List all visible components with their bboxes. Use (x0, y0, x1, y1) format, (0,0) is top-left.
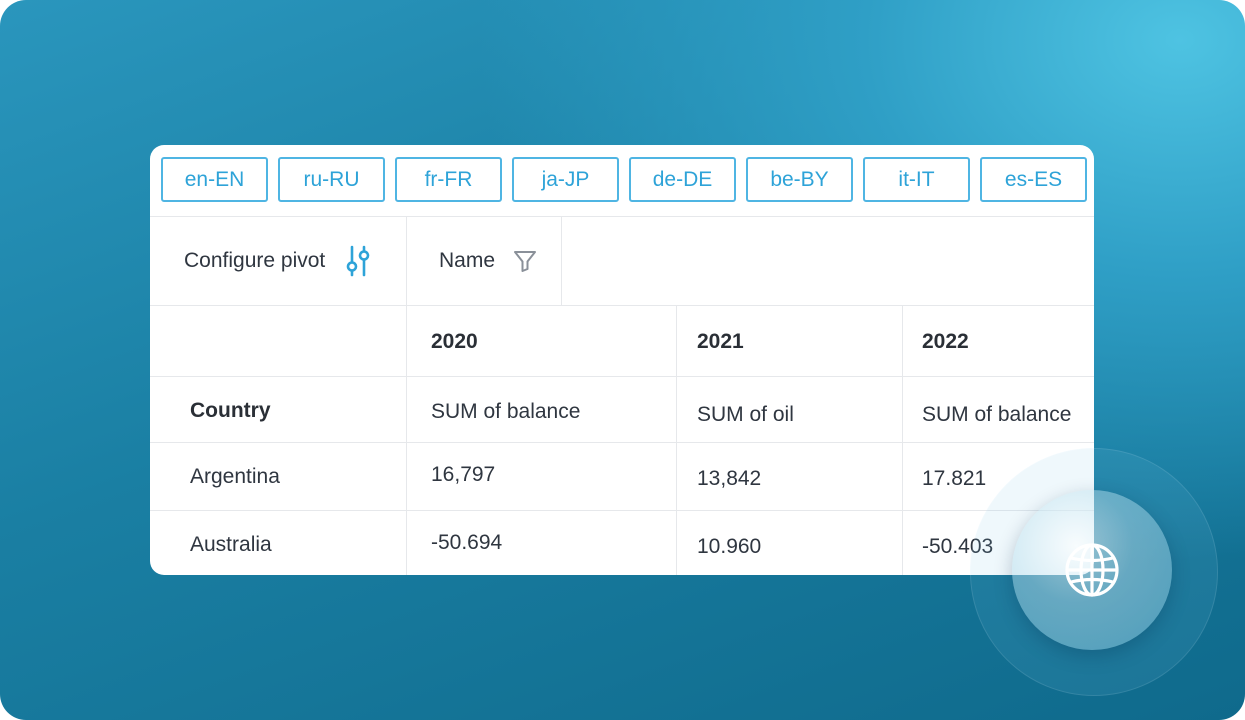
table-cell[interactable]: 17.821 (922, 467, 986, 491)
locale-button-fr-fr[interactable]: fr-FR (395, 157, 502, 202)
locale-button-it-it[interactable]: it-IT (863, 157, 970, 202)
column-year-header[interactable]: 2021 (697, 330, 744, 354)
row-label-country[interactable]: Argentina (190, 465, 280, 489)
name-filter-button[interactable]: Name (439, 217, 537, 305)
row-label-country[interactable]: Australia (190, 533, 272, 557)
globe-icon (1062, 540, 1122, 600)
pivot-grid: 2020 2021 2022 Country SUM of balance SU… (150, 306, 1094, 575)
table-cell[interactable]: 13,842 (697, 467, 761, 491)
pivot-card: en-EN ru-RU fr-FR ja-JP de-DE be-BY it-I… (150, 145, 1094, 575)
row-divider (150, 376, 1094, 377)
column-divider (406, 306, 407, 575)
table-cell[interactable]: 16,797 (431, 463, 495, 487)
configure-pivot-label: Configure pivot (184, 249, 326, 272)
measure-header[interactable]: SUM of oil (697, 403, 794, 427)
filter-icon (513, 249, 537, 273)
column-year-header[interactable]: 2022 (922, 330, 969, 354)
locale-button-es-es[interactable]: es-ES (980, 157, 1087, 202)
column-divider (902, 306, 903, 575)
measure-header[interactable]: SUM of balance (431, 400, 580, 424)
background: en-EN ru-RU fr-FR ja-JP de-DE be-BY it-I… (0, 0, 1245, 720)
locale-button-en-en[interactable]: en-EN (161, 157, 268, 202)
table-cell[interactable]: -50.694 (431, 531, 502, 555)
toolbar-divider (561, 217, 562, 305)
row-header-country[interactable]: Country (190, 399, 271, 423)
table-cell[interactable]: 10.960 (697, 535, 761, 559)
locale-button-de-de[interactable]: de-DE (629, 157, 736, 202)
configure-pivot-button[interactable]: Configure pivot (184, 217, 373, 305)
sliders-icon (343, 244, 373, 278)
measure-header[interactable]: SUM of balance (922, 403, 1071, 427)
locale-button-be-by[interactable]: be-BY (746, 157, 853, 202)
locale-bar: en-EN ru-RU fr-FR ja-JP de-DE be-BY it-I… (150, 145, 1094, 217)
row-divider (150, 442, 1094, 443)
locale-button-ja-jp[interactable]: ja-JP (512, 157, 619, 202)
locale-button-ru-ru[interactable]: ru-RU (278, 157, 385, 202)
column-divider (676, 306, 677, 575)
pivot-toolbar: Configure pivot Name (150, 217, 1094, 306)
toolbar-divider (406, 217, 407, 305)
column-year-header[interactable]: 2020 (431, 330, 478, 354)
name-filter-label: Name (439, 249, 496, 272)
row-divider (150, 510, 1094, 511)
language-globe-button[interactable] (1012, 490, 1172, 650)
